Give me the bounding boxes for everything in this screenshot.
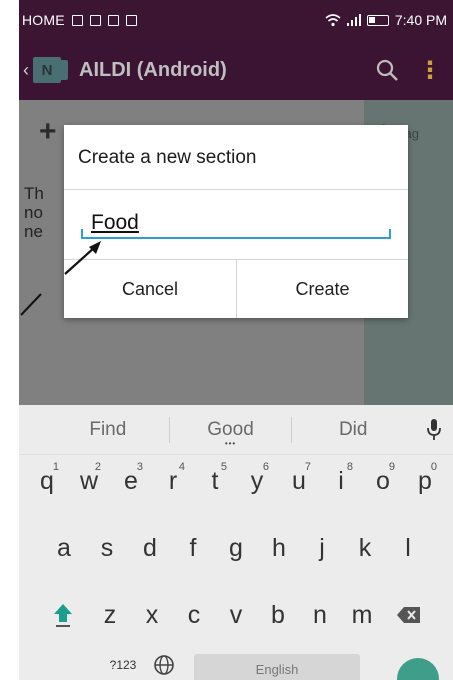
empty-notebook-text: Th no ne bbox=[24, 184, 44, 241]
symbols-key[interactable]: ?123 bbox=[102, 645, 144, 680]
key-o[interactable]: 9o bbox=[362, 457, 404, 505]
backspace-icon[interactable] bbox=[383, 591, 435, 639]
key-hint-number: 9 bbox=[388, 461, 395, 473]
image-notification-icon bbox=[89, 14, 101, 26]
search-icon[interactable] bbox=[367, 50, 407, 90]
battery-icon bbox=[366, 14, 389, 26]
key-letter: q bbox=[40, 466, 54, 495]
key-u[interactable]: 7u bbox=[278, 457, 320, 505]
key-hint-number: 0 bbox=[430, 461, 437, 473]
key-k[interactable]: k bbox=[344, 524, 387, 572]
key-x[interactable]: x bbox=[131, 591, 173, 639]
envelope-icon bbox=[107, 14, 119, 26]
divider bbox=[64, 189, 408, 190]
onenote-logo: N bbox=[33, 57, 68, 83]
text-line: no bbox=[24, 203, 43, 222]
key-v[interactable]: v bbox=[215, 591, 257, 639]
clock: 7:40 PM bbox=[394, 12, 447, 28]
carrier-label: HOME bbox=[22, 12, 65, 28]
key-t[interactable]: 5t bbox=[194, 457, 236, 505]
section-name-input[interactable] bbox=[81, 209, 391, 239]
key-letter: y bbox=[250, 466, 264, 495]
suggestion-item[interactable]: Did bbox=[292, 419, 414, 441]
key-letter: t bbox=[211, 466, 219, 495]
key-hint-number: 5 bbox=[220, 461, 227, 473]
mic-icon[interactable] bbox=[414, 418, 453, 442]
key-letter: e bbox=[124, 466, 138, 495]
overflow-menu-icon[interactable]: ⋮ bbox=[407, 50, 453, 90]
text-line: ne bbox=[24, 222, 43, 241]
key-e[interactable]: 3e bbox=[110, 457, 152, 505]
key-letter: u bbox=[292, 466, 306, 495]
key-hint-number: 8 bbox=[346, 461, 353, 473]
input-underline-edge bbox=[81, 229, 83, 239]
space-bar[interactable]: English bbox=[194, 654, 360, 680]
key-hint-number: 1 bbox=[52, 461, 59, 473]
key-n[interactable]: n bbox=[299, 591, 341, 639]
key-row-2: asdfghjkl bbox=[19, 524, 453, 572]
key-i[interactable]: 8i bbox=[320, 457, 362, 505]
status-right: 7:40 PM bbox=[325, 12, 447, 28]
key-hint-number: 3 bbox=[136, 461, 143, 473]
key-p[interactable]: 0p bbox=[404, 457, 446, 505]
key-hint-number: 4 bbox=[178, 461, 185, 473]
key-m[interactable]: m bbox=[341, 591, 383, 639]
soft-keyboard: Find Good Did 1q2w3e4r5t6y7u8i9o0p asdfg… bbox=[19, 405, 453, 680]
key-d[interactable]: d bbox=[129, 524, 172, 572]
phone-screen: HOME 7:40 PM ‹ N AILDI (Android) ⋮ + Th … bbox=[19, 0, 453, 680]
key-y[interactable]: 6y bbox=[236, 457, 278, 505]
key-r[interactable]: 4r bbox=[152, 457, 194, 505]
notebook-title[interactable]: AILDI (Android) bbox=[79, 59, 227, 82]
key-hint-number: 6 bbox=[262, 461, 269, 473]
keyboard-notification-icon bbox=[71, 14, 83, 26]
signal-icon bbox=[346, 14, 361, 26]
app-bar: ‹ N AILDI (Android) ⋮ bbox=[19, 40, 453, 100]
back-chevron-icon[interactable]: ‹ bbox=[19, 60, 29, 81]
key-hint-number: 7 bbox=[304, 461, 311, 473]
text-line: Th bbox=[24, 184, 44, 203]
input-underline-edge bbox=[389, 229, 391, 239]
key-row-3: zxcvbnm bbox=[19, 591, 453, 639]
envelope-icon bbox=[125, 14, 137, 26]
key-row-1: 1q2w3e4r5t6y7u8i9o0p bbox=[19, 457, 453, 505]
key-hint-number: 2 bbox=[94, 461, 101, 473]
key-g[interactable]: g bbox=[215, 524, 258, 572]
suggestion-strip: Find Good Did bbox=[19, 405, 453, 455]
key-q[interactable]: 1q bbox=[26, 457, 68, 505]
create-section-dialog: Create a new section Cancel Create bbox=[64, 125, 408, 318]
suggestion-item[interactable]: Find bbox=[47, 419, 169, 441]
key-letter: r bbox=[168, 466, 178, 495]
key-row-4: ?123 English bbox=[19, 645, 453, 680]
dialog-title: Create a new section bbox=[78, 147, 257, 168]
cancel-button[interactable]: Cancel bbox=[64, 260, 236, 318]
key-j[interactable]: j bbox=[301, 524, 344, 572]
key-a[interactable]: a bbox=[43, 524, 86, 572]
status-bar: HOME 7:40 PM bbox=[19, 0, 453, 40]
key-letter: p bbox=[418, 466, 432, 495]
key-c[interactable]: c bbox=[173, 591, 215, 639]
key-letter: i bbox=[338, 466, 344, 495]
create-button[interactable]: Create bbox=[236, 260, 408, 318]
key-s[interactable]: s bbox=[86, 524, 129, 572]
suggestion-item[interactable]: Good bbox=[170, 419, 292, 448]
key-f[interactable]: f bbox=[172, 524, 215, 572]
key-b[interactable]: b bbox=[257, 591, 299, 639]
shift-icon[interactable] bbox=[37, 591, 89, 639]
key-w[interactable]: 2w bbox=[68, 457, 110, 505]
status-left: HOME bbox=[19, 12, 137, 28]
key-letter: o bbox=[376, 466, 390, 495]
globe-icon[interactable] bbox=[144, 645, 184, 680]
key-z[interactable]: z bbox=[89, 591, 131, 639]
wifi-icon bbox=[325, 13, 341, 26]
key-l[interactable]: l bbox=[387, 524, 430, 572]
key-h[interactable]: h bbox=[258, 524, 301, 572]
add-section-icon[interactable]: + bbox=[39, 115, 57, 149]
